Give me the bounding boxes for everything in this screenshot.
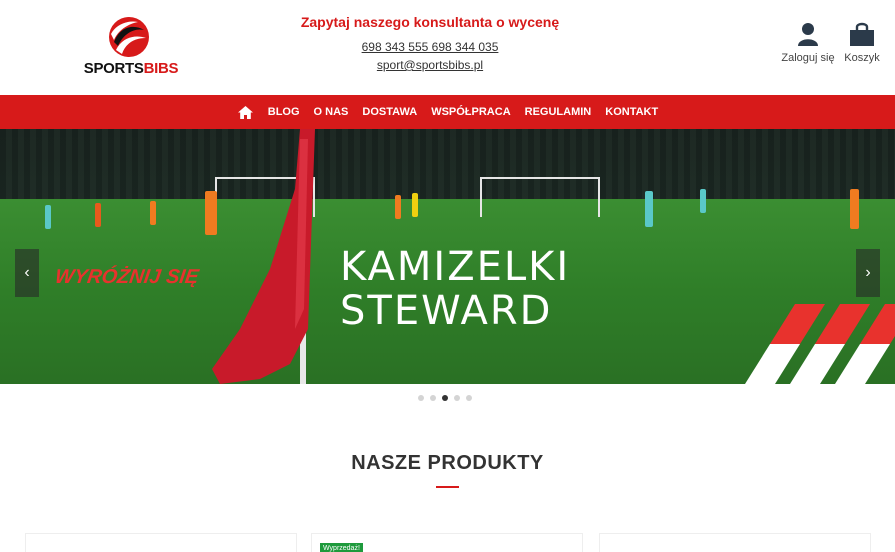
- decorative-stripes: [745, 304, 895, 384]
- contact-block: Zapytaj naszego konsultanta o wycenę 698…: [290, 12, 570, 74]
- product-card[interactable]: [25, 533, 297, 552]
- slider-dot[interactable]: [418, 395, 424, 401]
- login-label: Zaloguj się: [781, 52, 835, 64]
- hero-title: KAMIZELKI STEWARD: [340, 245, 640, 333]
- player: [95, 203, 101, 227]
- player: [645, 191, 653, 227]
- logo-text-sports: SPORTS: [83, 60, 144, 77]
- site-header: SPORTSBIBS Zapytaj naszego konsultanta o…: [0, 0, 895, 95]
- nav-item-regulamin[interactable]: REGULAMIN: [518, 95, 599, 129]
- product-card[interactable]: [599, 533, 871, 552]
- shopping-bag-icon: [850, 22, 874, 46]
- email-link[interactable]: sport@sportsbibs.pl: [290, 56, 570, 74]
- nav-item-wspolpraca[interactable]: WSPÓŁPRACA: [424, 95, 517, 129]
- logo-text: SPORTSBIBS: [82, 60, 180, 77]
- hero-title-line1: KAMIZELKI: [340, 244, 571, 290]
- nav-item-kontakt[interactable]: KONTAKT: [598, 95, 665, 129]
- player: [395, 195, 401, 219]
- slider-dot-active[interactable]: [442, 395, 448, 401]
- products-section-title: NASZE PRODUKTY: [351, 452, 544, 474]
- hero-title-line2: STEWARD: [340, 288, 553, 334]
- logo-text-bibs: BIBS: [143, 60, 179, 77]
- nav-item-dostawa[interactable]: DOSTAWA: [355, 95, 424, 129]
- player: [150, 201, 156, 225]
- slider-next-button[interactable]: ›: [856, 249, 880, 297]
- user-icon: [798, 23, 818, 46]
- cart-label: Koszyk: [844, 52, 880, 64]
- slider-prev-button[interactable]: ‹: [15, 249, 39, 297]
- cart-button[interactable]: Koszyk: [840, 22, 884, 64]
- corner-flag-image: [212, 129, 315, 384]
- nav-item-blog[interactable]: BLOG: [261, 95, 307, 129]
- stadium-stands: [0, 129, 895, 199]
- product-card[interactable]: Wyprzedaż!: [311, 533, 583, 552]
- player: [700, 189, 706, 213]
- home-icon: [237, 105, 253, 119]
- player: [412, 193, 418, 217]
- player: [850, 189, 859, 229]
- goal-right: [480, 177, 600, 217]
- slider-dot[interactable]: [454, 395, 460, 401]
- logo-mark-icon: [109, 17, 149, 57]
- login-button[interactable]: Zaloguj się: [780, 22, 836, 64]
- nav-item-o-nas[interactable]: O NAS: [307, 95, 356, 129]
- nav-home[interactable]: [230, 105, 261, 119]
- sale-badge: Wyprzedaż!: [320, 543, 363, 552]
- slider-dot[interactable]: [466, 395, 472, 401]
- sportsbibs-logo[interactable]: SPORTSBIBS: [82, 16, 180, 78]
- main-navigation: BLOG O NAS DOSTAWA WSPÓŁPRACA REGULAMIN …: [0, 95, 895, 129]
- section-divider: [436, 486, 459, 488]
- hero-subtitle: WYRÓŻNIJ SIĘ: [53, 266, 200, 288]
- slider-pagination: [418, 395, 472, 401]
- player: [45, 205, 51, 229]
- hero-slider: WYRÓŻNIJ SIĘ KAMIZELKI STEWARD ‹ ›: [0, 129, 895, 384]
- phone-link[interactable]: 698 343 555 698 344 035: [290, 38, 570, 56]
- slider-dot[interactable]: [430, 395, 436, 401]
- consultant-prompt: Zapytaj naszego konsultanta o wycenę: [300, 14, 560, 30]
